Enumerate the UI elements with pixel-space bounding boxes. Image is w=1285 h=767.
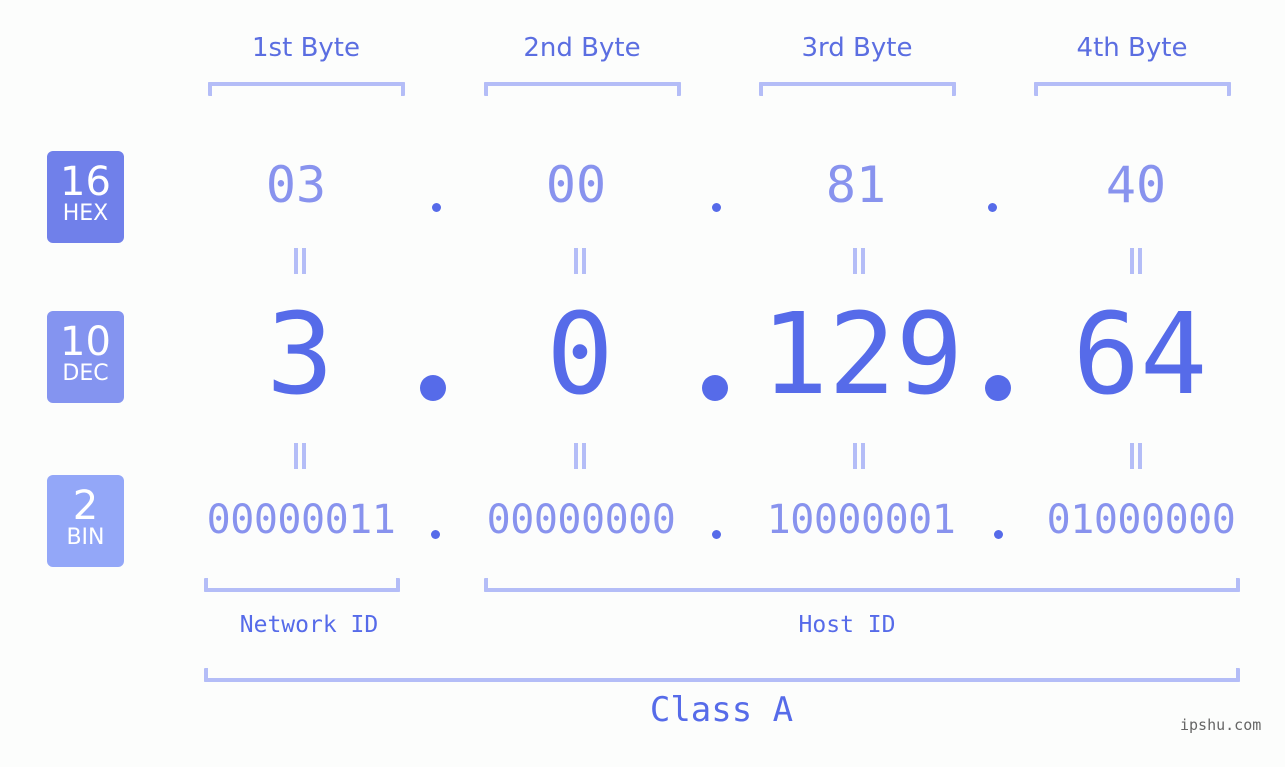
hex-badge-number: 16	[60, 159, 111, 205]
dec-badge-number: 10	[60, 319, 111, 365]
host-id-bracket	[484, 578, 1240, 592]
bin-badge-number: 2	[72, 483, 99, 529]
dec-value-2: 0	[546, 290, 614, 420]
equals-icon	[292, 443, 308, 469]
class-bracket	[204, 668, 1240, 682]
bin-value-1: 00000011	[206, 497, 396, 543]
dec-separator-3	[985, 375, 1011, 401]
equals-icon	[851, 248, 867, 274]
hex-separator-1	[432, 203, 441, 212]
byte-bracket-3	[759, 82, 956, 96]
hex-badge-label: HEX	[62, 201, 109, 226]
dec-value-4: 64	[1072, 290, 1208, 420]
hex-value-3: 81	[825, 156, 887, 214]
bin-separator-3	[994, 530, 1003, 539]
byte-header-3: 3rd Byte	[801, 33, 913, 63]
bin-badge-label: BIN	[66, 525, 105, 550]
bin-separator-1	[431, 530, 440, 539]
hex-separator-2	[712, 203, 721, 212]
byte-header-2: 2nd Byte	[523, 33, 641, 63]
dec-value-3: 129	[760, 290, 964, 420]
dec-badge-label: DEC	[62, 361, 109, 386]
hex-value-4: 40	[1105, 156, 1167, 214]
bin-value-4: 01000000	[1046, 497, 1236, 543]
equals-icon	[1128, 443, 1144, 469]
equals-icon	[292, 248, 308, 274]
watermark: ipshu.com	[1180, 716, 1262, 734]
hex-separator-3	[988, 203, 997, 212]
bin-badge: 2 BIN	[47, 475, 124, 567]
host-id-label: Host ID	[798, 612, 896, 638]
dec-separator-2	[702, 375, 728, 401]
class-label: Class A	[649, 690, 794, 730]
equals-icon	[572, 248, 588, 274]
byte-header-1: 1st Byte	[252, 33, 360, 63]
byte-header-4: 4th Byte	[1076, 33, 1188, 63]
dec-value-1: 3	[266, 290, 334, 420]
hex-value-1: 03	[265, 156, 327, 214]
byte-bracket-4	[1034, 82, 1231, 96]
bin-separator-2	[712, 530, 721, 539]
bin-value-3: 10000001	[766, 497, 956, 543]
equals-icon	[572, 443, 588, 469]
dec-separator-1	[420, 375, 446, 401]
network-id-bracket	[204, 578, 400, 592]
byte-bracket-1	[208, 82, 405, 96]
dec-badge: 10 DEC	[47, 311, 124, 403]
hex-badge: 16 HEX	[47, 151, 124, 243]
equals-icon	[851, 443, 867, 469]
byte-bracket-2	[484, 82, 681, 96]
network-id-label: Network ID	[239, 612, 379, 638]
bin-value-2: 00000000	[486, 497, 676, 543]
hex-value-2: 00	[545, 156, 607, 214]
equals-icon	[1128, 248, 1144, 274]
